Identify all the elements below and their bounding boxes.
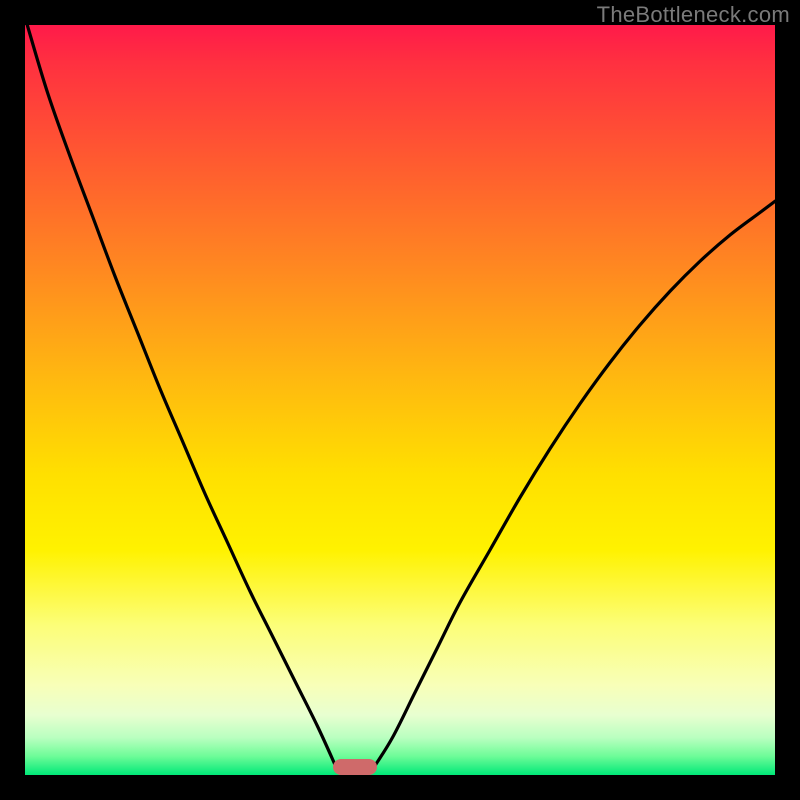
bottleneck-curve bbox=[25, 25, 775, 775]
minimum-marker bbox=[333, 759, 377, 775]
watermark-text: TheBottleneck.com bbox=[597, 2, 790, 28]
plot-area bbox=[25, 25, 775, 775]
